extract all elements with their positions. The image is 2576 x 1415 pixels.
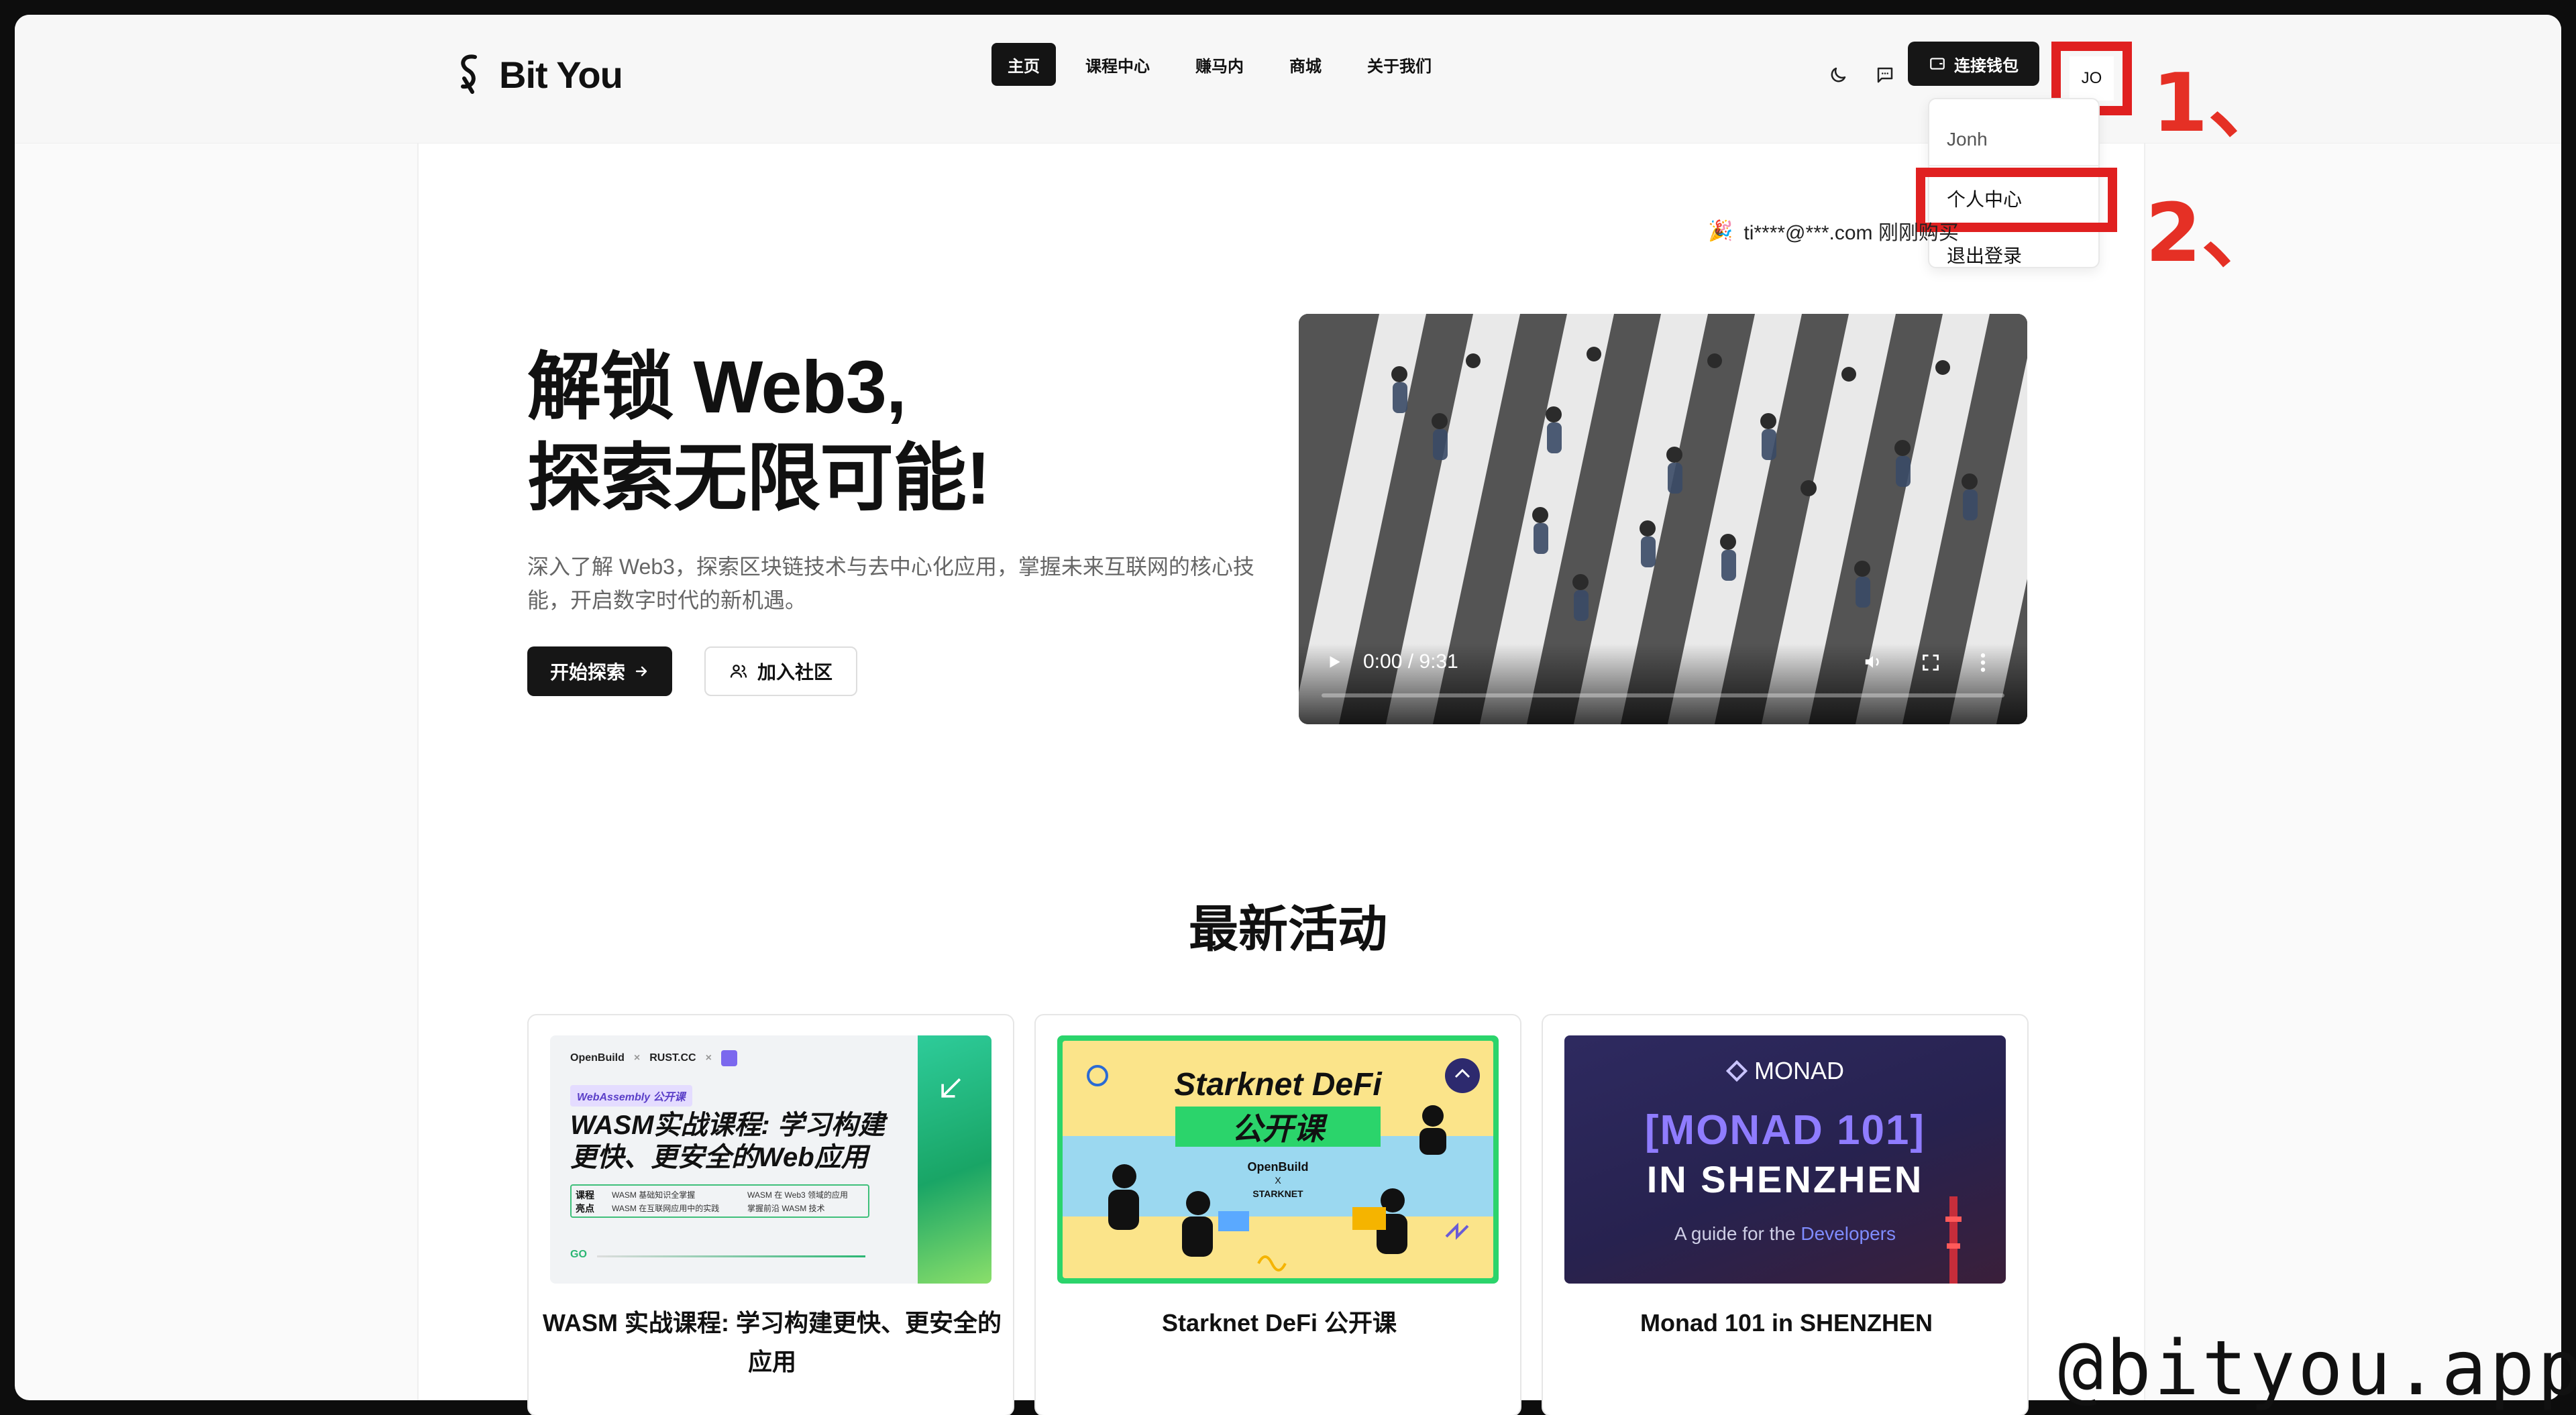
monad-brand-row: MONAD [1564,1057,2006,1085]
wasm-bullet-1: WASM 基础知识全掌握 [612,1190,696,1200]
moon-icon[interactable] [1826,63,1850,87]
hero-title-line1: 解锁 Web3, [527,346,907,429]
hero-description: 深入了解 Web3，探索区块链技术与去中心化应用，掌握未来互联网的核心技能，开启… [527,555,1254,612]
wasm-bullets-left: WASM 基础知识全掌握 WASM 在互联网应用中的实践 [612,1188,719,1215]
wasm-bullet-2: WASM 在互联网应用中的实践 [612,1204,720,1213]
wasm-go-label: GO [570,1249,587,1260]
card-title-starknet: Starknet DeFi 公开课 [1161,1309,1397,1337]
purchase-ticker: 🎉 ti****@***.com 刚刚购买 [1708,216,1959,245]
chat-icon[interactable] [1873,63,1897,87]
activity-card-monad[interactable]: MONAD [MONAD 101] IN SHENZHEN A guide fo… [1542,1014,2029,1415]
card-title-monad: Monad 101 in SHENZHEN [1640,1309,1933,1337]
monad-line1: [MONAD 101] [1644,1107,1926,1153]
wasm-headline-line1: WASM实战课程: 学习构建 [570,1111,885,1140]
card-title-wasm: WASM 实战课程: 学习构建更快、更安全的应用 [543,1309,1002,1375]
more-options-icon[interactable] [1979,652,1987,673]
monad-logo-icon [1726,1060,1748,1082]
wasm-bullets-right: WASM 在 Web3 领域的应用 掌握前沿 WASM 技术 [747,1188,848,1215]
arrow-right-icon [635,666,647,677]
join-community-button[interactable]: 加入社区 [704,646,857,696]
video-progress-bar[interactable] [1322,693,2004,697]
volume-icon[interactable] [1862,652,1884,672]
main-nav: 主页 课程中心 赚马内 商城 关于我们 [991,43,1448,86]
connect-wallet-label: 连接钱包 [1954,56,2019,75]
nav-item-earn[interactable]: 赚马内 [1179,43,1260,86]
wasm-go-line [597,1255,865,1257]
activity-card-starknet[interactable]: Starknet DeFi 公开课 OpenBuild X STARKNET S… [1034,1014,1521,1415]
card-image-monad: MONAD [MONAD 101] IN SHENZHEN A guide fo… [1564,1035,2006,1284]
starknet-illustration [1087,1058,1480,1271]
card-image-wasm: OpenBuild × RUST.CC × WebAssembly 公开课 WA… [550,1035,991,1284]
arrow-down-left-icon [941,1078,961,1098]
annotation-step-1: 1、 [2152,57,2289,150]
user-avatar-button[interactable]: JO [2070,56,2114,101]
wasm-org2: RUST.CC [649,1052,696,1064]
card-image-starknet: Starknet DeFi 公开课 OpenBuild X STARKNET [1057,1035,1499,1284]
nav-item-courses[interactable]: 课程中心 [1069,43,1166,86]
nav-item-about[interactable]: 关于我们 [1351,43,1448,86]
wasm-tag: WebAssembly 公开课 [570,1085,692,1107]
monad-city-tower [1945,1196,1962,1284]
brand-name: Bit You [499,53,623,96]
activities-title: 最新活动 [1189,901,1387,957]
brand-logo[interactable]: Bit You [455,44,623,105]
wallet-icon [1930,58,1945,70]
wasm-headline-line2: 更快、更安全的Web应用 [570,1143,868,1172]
wasm-headline: WASM实战课程: 学习构建 更快、更安全的Web应用 [570,1109,885,1174]
wasm-bullet-3: WASM 在 Web3 领域的应用 [747,1190,849,1200]
nav-item-shop[interactable]: 商城 [1273,43,1338,86]
wasm-bullet-4: 掌握前沿 WASM 技术 [747,1204,825,1213]
start-explore-button[interactable]: 开始探索 [527,646,672,696]
watermark-text: @bityou.app [2058,1325,2576,1412]
party-popper-icon: 🎉 [1708,219,1733,242]
wasm-partner-logo-icon [720,1050,737,1066]
wasm-org1: OpenBuild [570,1052,625,1064]
user-menu-username: Jonh [1947,129,1988,150]
user-menu-logout[interactable]: 退出登录 [1947,241,2022,268]
monad-tagline-highlight: Developers [1801,1223,1896,1244]
wasm-side-panel [918,1035,991,1284]
wasm-highlights-box: 课程亮点 WASM 基础知识全掌握 WASM 在互联网应用中的实践 WASM 在… [570,1184,869,1218]
video-time: 0:00 / 9:31 [1363,650,1458,673]
play-icon[interactable] [1326,653,1343,671]
hero-title: 解锁 Web3, 探索无限可能! [527,342,991,524]
monad-brand: MONAD [1754,1057,1844,1084]
activity-card-wasm[interactable]: OpenBuild × RUST.CC × WebAssembly 公开课 WA… [527,1014,1014,1415]
hero-title-line2: 探索无限可能! [527,437,991,520]
monad-tagline-prefix: A guide for the [1674,1223,1801,1244]
users-icon [730,665,747,678]
fullscreen-icon[interactable] [1921,653,1940,672]
logo-mark-icon [461,54,477,94]
start-explore-label: 开始探索 [549,662,625,683]
join-community-label: 加入社区 [757,662,833,683]
wasm-highlights-label: 课程亮点 [576,1190,594,1214]
annotation-step-2: 2、 [2145,187,2282,280]
wasm-org-row: OpenBuild × RUST.CC × [570,1050,737,1066]
hero-video-player[interactable]: 0:00 / 9:31 [1299,314,2027,724]
ticker-text: ti****@***.com 刚刚购买 [1743,222,1959,244]
user-menu-divider [1929,165,2098,166]
nav-item-home[interactable]: 主页 [991,43,1056,86]
connect-wallet-button[interactable]: 连接钱包 [1908,42,2039,86]
